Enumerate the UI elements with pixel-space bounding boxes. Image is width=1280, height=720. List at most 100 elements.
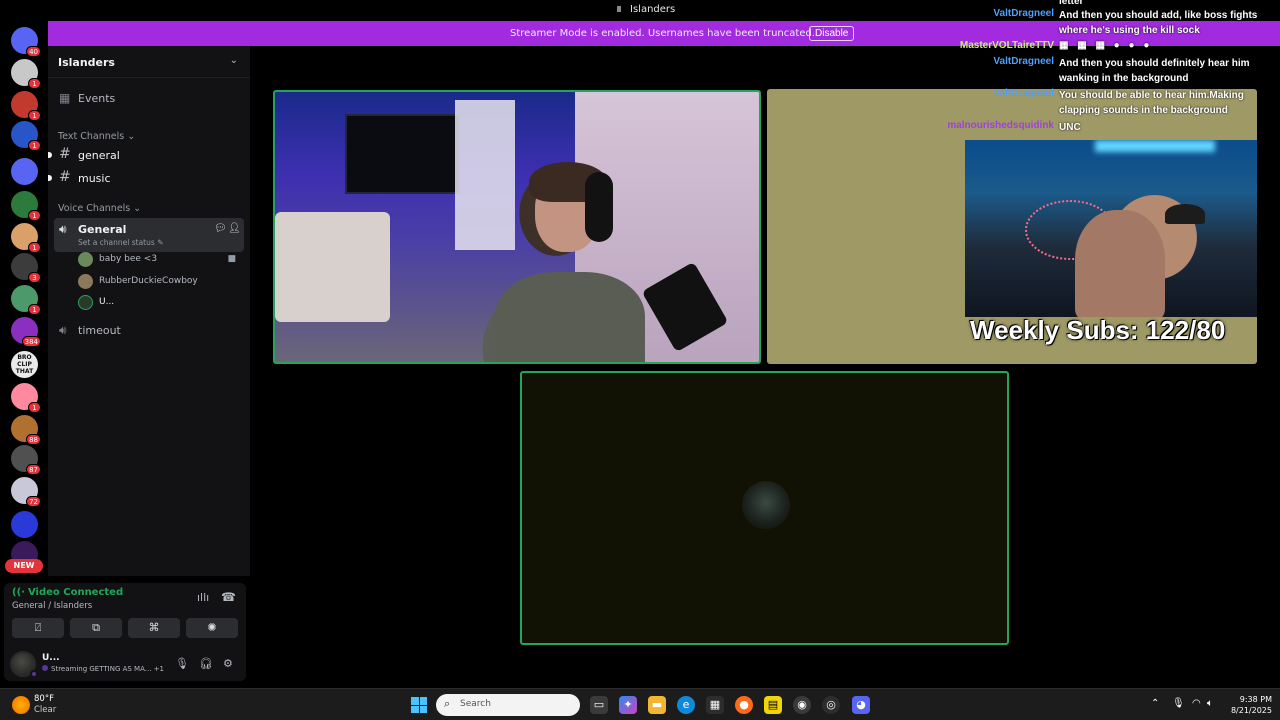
server-icon[interactable]: 1 [11, 91, 41, 121]
mention-badge: 384 [21, 336, 41, 347]
channel-music[interactable]: # music [48, 167, 244, 189]
mention-badge: 88 [26, 434, 41, 445]
server-icon[interactable] [11, 158, 38, 185]
server-icon[interactable]: 384 [11, 317, 41, 347]
server-icon[interactable]: 1 [11, 59, 41, 89]
camera-icon: ■ [227, 254, 236, 264]
discord-home-icon[interactable]: 40 [11, 27, 41, 57]
server-icon[interactable]: 87 [11, 445, 41, 475]
clock[interactable]: 9:38 PM 8/21/2025 [1222, 694, 1272, 716]
server-icon[interactable]: 1 [11, 383, 41, 413]
server-icon[interactable]: 1 [11, 121, 41, 151]
stream-webcam [965, 140, 1257, 317]
microphone-icon[interactable]: 🎙︎ [175, 657, 189, 670]
speaker-icon: 🔊︎ [59, 222, 67, 236]
mention-badge: 40 [26, 46, 41, 57]
disable-streamer-mode-button[interactable]: Disable [809, 26, 855, 41]
microphone-tray-icon[interactable]: 🎙︎ [1172, 698, 1185, 709]
video-tile-avatar[interactable] [520, 371, 1009, 645]
sun-icon [12, 696, 30, 714]
video-person [495, 152, 645, 362]
server-icon[interactable]: 1 [11, 191, 41, 221]
voice-member[interactable]: RubberDuckieCowboy [78, 272, 242, 292]
chrome-icon[interactable]: ◎ [822, 696, 840, 714]
server-icon[interactable]: 88 [11, 415, 41, 445]
discord-taskbar-icon[interactable]: ◕ [852, 696, 870, 714]
streaming-dot [42, 665, 48, 671]
banner-message: Streamer Mode is enabled. Usernames have… [510, 28, 815, 39]
chevron-down-icon: ⌄ [133, 203, 142, 214]
unread-indicator [48, 152, 52, 158]
category-text-channels[interactable]: Text Channels ⌄ [58, 131, 135, 142]
emote-row: ▦ ▦ ▦ ● ● ● [1059, 40, 1153, 51]
new-badge: NEW [5, 559, 43, 573]
soundboard-button[interactable]: ✺ [186, 618, 238, 638]
voice-status[interactable]: ((· Video Connected [12, 587, 123, 598]
store-icon[interactable]: ▦ [706, 696, 724, 714]
volume-icon[interactable]: 🔈︎ [1207, 698, 1213, 709]
mention-badge: 72 [26, 496, 41, 507]
headphones-icon[interactable]: 🎧︎ [199, 657, 213, 670]
disconnect-icon[interactable]: ☎︎ [221, 590, 236, 604]
server-icon[interactable]: BRO CLIP THAT [11, 351, 38, 378]
mention-badge: 3 [28, 272, 41, 283]
soundboard-icon: ✺ [207, 621, 217, 634]
server-icon[interactable]: 3 [11, 253, 41, 283]
mention-badge: 1 [28, 78, 41, 89]
window-title: Islanders [617, 4, 675, 15]
video-shelf [455, 100, 515, 250]
stream-chat-overlay: letter ValtDragneel And then you should … [892, 0, 1280, 140]
chat-bubble-icon[interactable]: 💬︎ [214, 223, 227, 234]
file-explorer-icon[interactable]: ▬ [648, 696, 666, 714]
gear-icon[interactable]: ⚙ [223, 657, 233, 670]
avatar [78, 295, 93, 310]
user-status: Streaming GETTING AS MA... +1 [42, 665, 164, 673]
activities-button[interactable]: ⌘ [128, 618, 180, 638]
pencil-icon: ✎ [157, 238, 164, 247]
chevron-down-icon: ⌄ [127, 131, 136, 142]
mention-badge: 1 [28, 304, 41, 315]
events-item[interactable]: ▦ Events [54, 87, 244, 109]
calendar-icon: ▦ [59, 91, 71, 105]
server-icon[interactable]: 1 [11, 223, 41, 253]
channel-sidebar: Islanders ⌄ ▦ Events Text Channels ⌄ # g… [48, 46, 250, 576]
server-icon[interactable]: 72 [11, 477, 41, 507]
folder-icon[interactable] [11, 511, 38, 538]
mention-badge: 1 [28, 402, 41, 413]
video-tv [345, 114, 460, 194]
camera-toggle-button[interactable]: ⍁ [12, 618, 64, 638]
status-dot [30, 670, 38, 678]
start-button[interactable] [411, 697, 427, 713]
taskbar-search[interactable]: ⌕ Search [436, 694, 580, 716]
voice-location[interactable]: General / Islanders [12, 601, 92, 611]
channel-general[interactable]: # general [48, 144, 244, 166]
avatar [78, 274, 93, 289]
obs-icon[interactable]: ◉ [793, 696, 811, 714]
task-view-icon[interactable]: ▭ [590, 696, 608, 714]
voice-channel-timeout[interactable]: 🔊︎ timeout [54, 319, 244, 341]
voice-member[interactable]: baby bee <3 ■ [78, 250, 242, 270]
server-icon[interactable]: 1 [11, 285, 41, 315]
noise-suppression-icon[interactable]: ıllı [197, 591, 209, 604]
voice-member[interactable]: U... [78, 293, 242, 313]
guild-header[interactable]: Islanders ⌄ [48, 46, 250, 78]
hash-icon: # [59, 169, 71, 185]
user-name[interactable]: U... [42, 653, 60, 663]
video-tile-camera[interactable] [273, 90, 761, 364]
copilot-icon[interactable]: ✦ [619, 696, 637, 714]
signal-icon: ((· [12, 587, 25, 598]
participant-avatar [742, 481, 790, 529]
wifi-icon[interactable]: ◠ [1192, 698, 1201, 709]
add-member-icon[interactable]: 👤︎ [228, 223, 241, 234]
mention-badge: 1 [28, 110, 41, 121]
screen-share-button[interactable]: ⧉ [70, 618, 122, 638]
voice-channel-general[interactable]: 🔊︎ General Set a channel status ✎ 💬︎ 👤︎ [54, 218, 244, 252]
chevron-up-icon[interactable]: ⌃ [1151, 698, 1159, 709]
category-voice-channels[interactable]: Voice Channels ⌄ [58, 203, 141, 214]
sticky-notes-icon[interactable]: ▤ [764, 696, 782, 714]
firefox-icon[interactable]: ● [735, 696, 753, 714]
user-area: U... Streaming GETTING AS MA... +1 🎙︎ 🎧︎… [4, 644, 246, 681]
screen-share-icon: ⧉ [92, 621, 100, 634]
channel-status[interactable]: Set a channel status ✎ [78, 238, 163, 247]
edge-icon[interactable]: e [677, 696, 695, 714]
